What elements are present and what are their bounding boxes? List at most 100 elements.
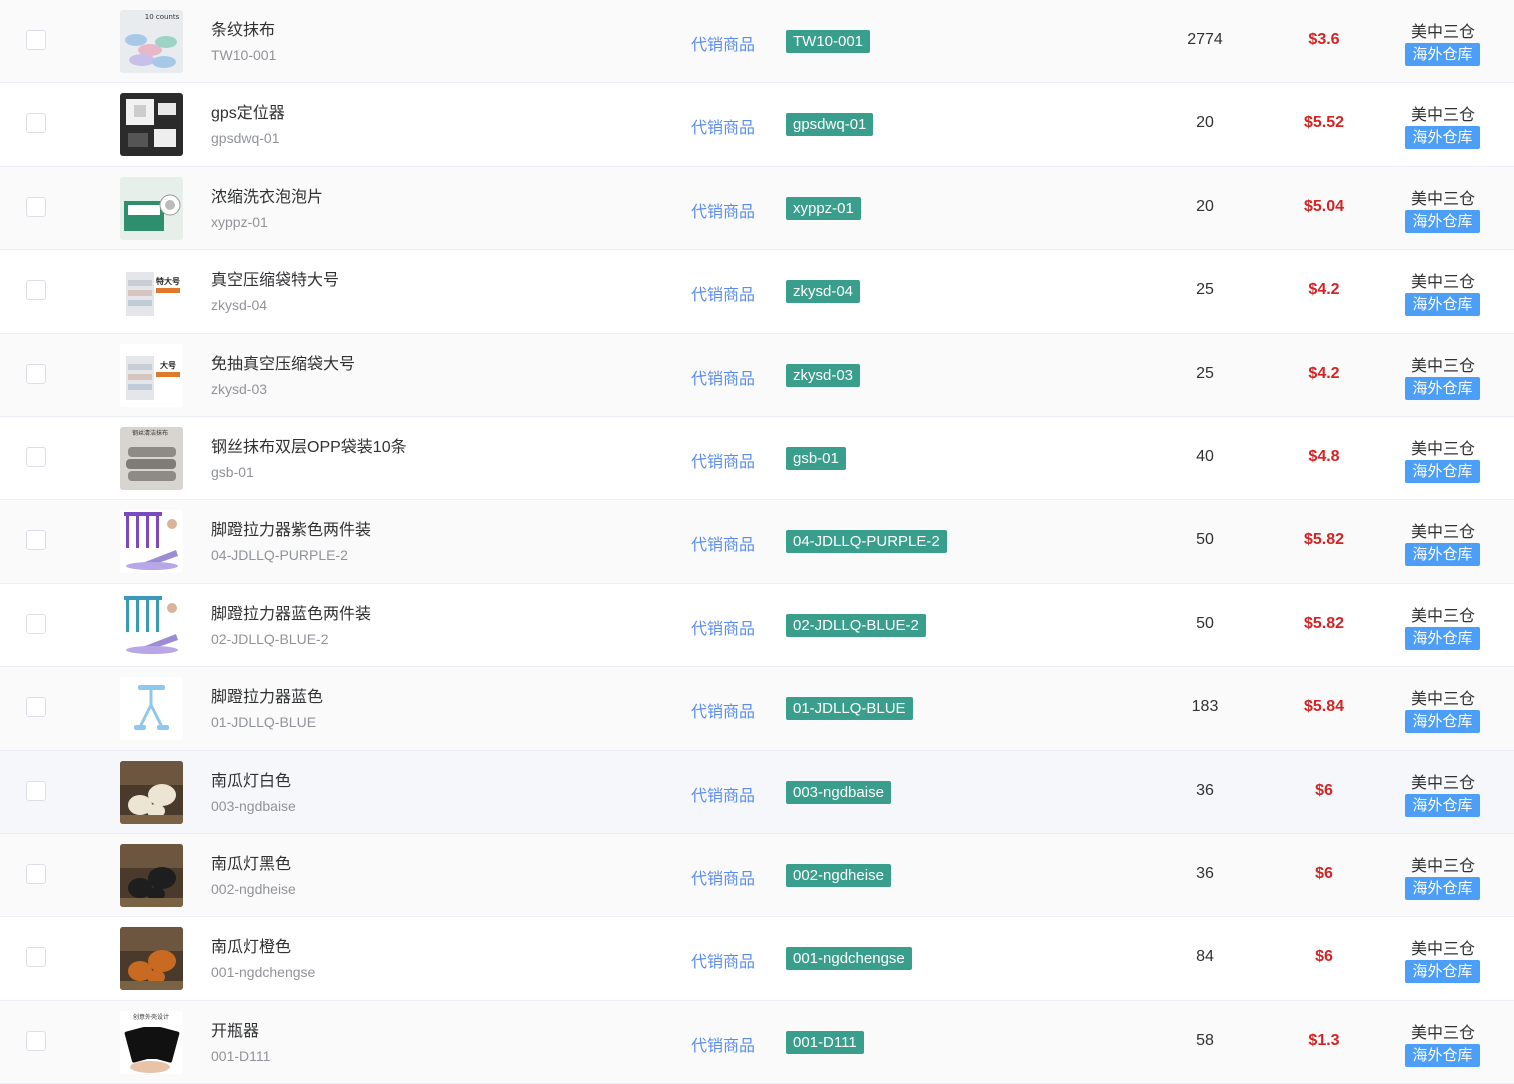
- product-type-link[interactable]: 代销商品: [691, 865, 755, 889]
- product-name: 钢丝抹布双层OPP袋装10条: [211, 438, 407, 456]
- pedal-puller-purple-thumb: [120, 510, 183, 574]
- product-type-link[interactable]: 代销商品: [691, 281, 755, 305]
- row-checkbox[interactable]: [26, 613, 46, 634]
- row-checkbox[interactable]: [26, 363, 46, 384]
- sku-tag: gpsdwq-01: [786, 113, 874, 137]
- row-checkbox[interactable]: [26, 863, 46, 884]
- warehouse-type-tag: 海外仓库: [1405, 209, 1480, 233]
- warehouse-type-tag: 海外仓库: [1405, 376, 1480, 400]
- sku-tag: zkysd-03: [786, 363, 861, 387]
- sku-tag: xyppz-01: [786, 196, 861, 220]
- warehouse-type-tag: 海外仓库: [1405, 876, 1480, 900]
- product-name: 南瓜灯黑色: [211, 855, 292, 873]
- stock-quantity: 50: [1196, 531, 1214, 549]
- warehouse-type-tag: 海外仓库: [1405, 459, 1480, 483]
- row-checkbox[interactable]: [26, 30, 46, 50]
- product-type-link[interactable]: 代销商品: [691, 698, 755, 722]
- warehouse-name: 美中三仓: [1410, 107, 1475, 125]
- table-row[interactable]: 南瓜灯白色 003-ngdbaise 代销商品 003-ngdbaise 36 …: [0, 750, 1514, 834]
- warehouse-type-tag: 海外仓库: [1405, 293, 1480, 317]
- vacuum-bag-thumb: 特大号: [120, 260, 183, 324]
- warehouse-name: 美中三仓: [1410, 1024, 1475, 1042]
- product-code: TW10-001: [211, 47, 277, 63]
- stock-quantity: 40: [1196, 447, 1214, 465]
- product-name: 免抽真空压缩袋大号: [211, 355, 356, 373]
- stock-quantity: 20: [1196, 114, 1214, 132]
- price: $3.6: [1308, 31, 1340, 48]
- price: $4.2: [1308, 281, 1340, 299]
- svg-text:大号: 大号: [160, 360, 176, 370]
- stock-quantity: 2774: [1187, 31, 1223, 48]
- product-code: 01-JDLLQ-BLUE: [211, 714, 317, 731]
- product-code: 02-JDLLQ-BLUE-2: [211, 630, 329, 647]
- warehouse-name: 美中三仓: [1410, 274, 1475, 292]
- table-row[interactable]: 钢丝清洁抹布 钢丝抹布双层OPP袋装10条 gsb-01 代销商品 gsb-01…: [0, 416, 1514, 501]
- product-name: 脚蹬拉力器蓝色两件装: [211, 605, 372, 623]
- row-checkbox[interactable]: [26, 196, 46, 217]
- price: $5.82: [1303, 614, 1345, 632]
- sku-tag: 04-JDLLQ-PURPLE-2: [786, 530, 947, 554]
- table-row[interactable]: 创意外壳设计 开瓶器 001-D111 代销商品 001-D111 58 $1.…: [0, 1000, 1514, 1084]
- price: $6: [1315, 781, 1333, 799]
- product-code: 001-ngdchengse: [211, 964, 316, 981]
- pumpkin-white-thumb: [120, 760, 183, 824]
- gps-device-thumb: [120, 93, 183, 157]
- table-row[interactable]: 脚蹬拉力器蓝色两件装 02-JDLLQ-BLUE-2 代销商品 02-JDLLQ…: [0, 583, 1514, 668]
- table-row[interactable]: 特大号 真空压缩袋特大号 zkysd-04 代销商品 zkysd-04 25 $…: [0, 250, 1514, 334]
- table-row[interactable]: 脚蹬拉力器蓝色 01-JDLLQ-BLUE 代销商品 01-JDLLQ-BLUE…: [0, 667, 1514, 751]
- table-row[interactable]: 浓缩洗衣泡泡片 xyppz-01 代销商品 xyppz-01 20 $5.04 …: [0, 166, 1514, 251]
- row-checkbox[interactable]: [26, 530, 46, 551]
- warehouse-name: 美中三仓: [1410, 691, 1475, 709]
- warehouse-name: 美中三仓: [1410, 857, 1475, 875]
- product-code: zkysd-04: [211, 297, 268, 314]
- detergent-sheet-thumb: [120, 176, 183, 240]
- table-row[interactable]: 大号 免抽真空压缩袋大号 zkysd-03 代销商品 zkysd-03 25 $…: [0, 333, 1514, 417]
- warehouse-type-tag: 海外仓库: [1405, 793, 1480, 817]
- price: $5.52: [1303, 114, 1345, 132]
- striped-cloth-thumb: 10 counts: [120, 10, 183, 73]
- price: $1.3: [1308, 1031, 1340, 1049]
- stock-quantity: 25: [1196, 281, 1214, 299]
- row-checkbox[interactable]: [26, 947, 46, 968]
- svg-text:特大号: 特大号: [156, 276, 180, 286]
- table-row[interactable]: gps定位器 gpsdwq-01 代销商品 gpsdwq-01 20 $5.52…: [0, 83, 1514, 167]
- product-type-link[interactable]: 代销商品: [691, 448, 755, 472]
- product-type-link[interactable]: 代销商品: [691, 31, 755, 55]
- price: $5.84: [1303, 698, 1345, 716]
- product-name: 真空压缩袋特大号: [211, 272, 340, 290]
- product-type-link[interactable]: 代销商品: [691, 948, 755, 972]
- product-type-link[interactable]: 代销商品: [691, 782, 755, 806]
- sku-tag: TW10-001: [786, 30, 871, 53]
- warehouse-name: 美中三仓: [1410, 440, 1475, 458]
- sku-tag: 002-ngdheise: [786, 863, 891, 887]
- product-name: 浓缩洗衣泡泡片: [211, 188, 324, 206]
- warehouse-name: 美中三仓: [1410, 941, 1475, 959]
- row-checkbox[interactable]: [26, 697, 46, 718]
- row-checkbox[interactable]: [26, 1030, 46, 1051]
- stock-quantity: 36: [1196, 781, 1214, 799]
- row-checkbox[interactable]: [26, 113, 46, 134]
- product-name: gps定位器: [211, 105, 285, 123]
- product-name: 条纹抹布: [211, 22, 276, 39]
- sku-tag: 001-D111: [786, 1030, 864, 1054]
- product-type-link[interactable]: 代销商品: [691, 114, 755, 138]
- table-row[interactable]: 南瓜灯橙色 001-ngdchengse 代销商品 001-ngdchengse…: [0, 917, 1514, 1001]
- row-checkbox[interactable]: [26, 446, 46, 467]
- row-checkbox[interactable]: [26, 280, 46, 301]
- product-type-link[interactable]: 代销商品: [691, 198, 755, 222]
- product-type-link[interactable]: 代销商品: [691, 531, 755, 555]
- product-type-link[interactable]: 代销商品: [691, 365, 755, 389]
- product-type-link[interactable]: 代销商品: [691, 1032, 755, 1056]
- warehouse-type-tag: 海外仓库: [1405, 710, 1480, 734]
- product-code: gsb-01: [211, 463, 254, 480]
- table-row[interactable]: 10 counts 条纹抹布 TW10-001 代销商品 TW10-001 27…: [0, 0, 1514, 84]
- table-row[interactable]: 南瓜灯黑色 002-ngdheise 代销商品 002-ngdheise 36 …: [0, 833, 1514, 918]
- svg-text:10 counts: 10 counts: [145, 13, 180, 21]
- product-code: 002-ngdheise: [211, 880, 296, 897]
- pumpkin-orange-thumb: [120, 927, 183, 991]
- table-row[interactable]: 脚蹬拉力器紫色两件装 04-JDLLQ-PURPLE-2 代销商品 04-JDL…: [0, 500, 1514, 584]
- sku-tag: zkysd-04: [786, 280, 861, 304]
- svg-text:钢丝清洁抹布: 钢丝清洁抹布: [132, 429, 168, 437]
- row-checkbox[interactable]: [26, 780, 46, 801]
- product-type-link[interactable]: 代销商品: [691, 615, 755, 639]
